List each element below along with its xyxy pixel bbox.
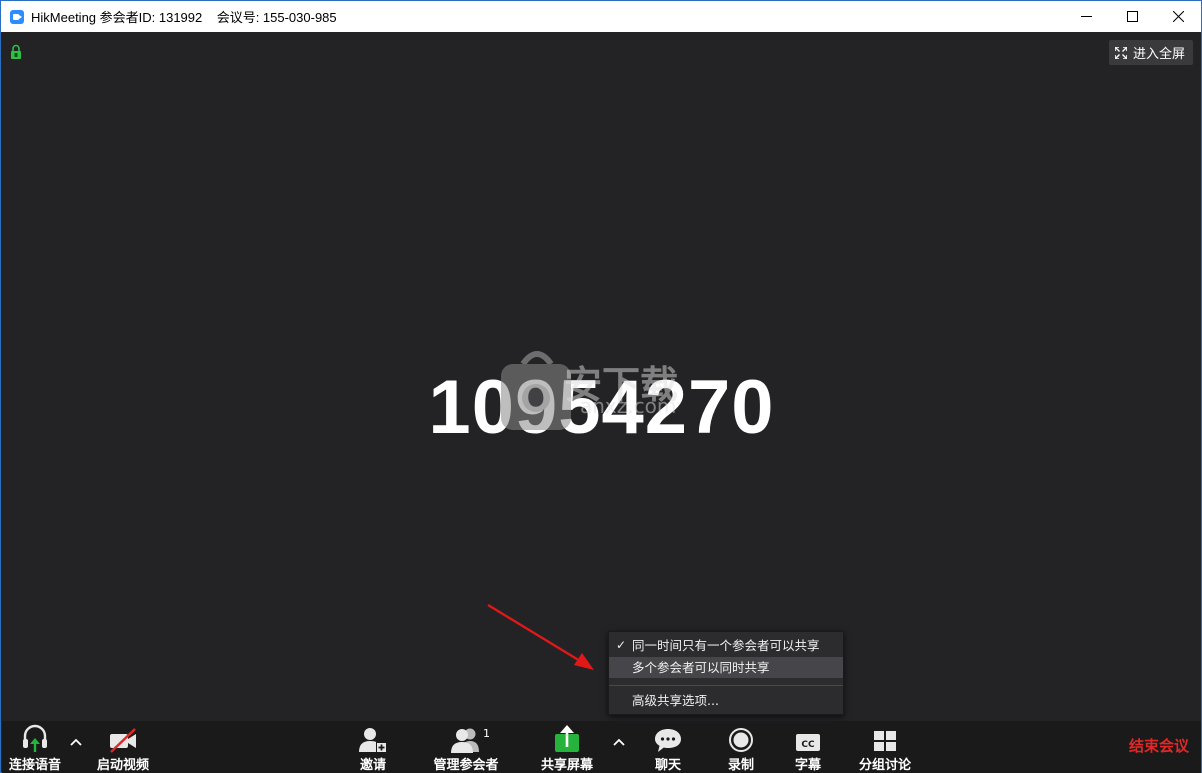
close-icon xyxy=(1172,11,1184,22)
record-label: 录制 xyxy=(727,758,754,773)
menu-divider xyxy=(609,685,843,686)
record-button[interactable]: 录制 xyxy=(724,721,758,773)
menu-item-single-share[interactable]: ✓ 同一时间只有一个参会者可以共享 xyxy=(609,635,843,656)
share-screen-label: 共享屏幕 xyxy=(540,758,593,773)
maximize-icon xyxy=(1126,11,1138,22)
enter-fullscreen-button[interactable]: 进入全屏 xyxy=(1108,40,1193,65)
manage-participants-label: 管理参会者 xyxy=(433,758,499,773)
share-screen-button[interactable]: 共享屏幕 xyxy=(536,721,598,773)
menu-item-label: 多个参会者可以同时共享 xyxy=(632,660,770,675)
audio-options-caret-icon[interactable] xyxy=(70,737,82,747)
minimize-icon xyxy=(1080,16,1092,17)
start-video-button[interactable]: 启动视频 xyxy=(92,721,154,773)
window-controls xyxy=(1063,1,1201,32)
menu-item-multi-share[interactable]: 多个参会者可以同时共享 xyxy=(609,657,843,678)
video-off-icon xyxy=(110,728,136,753)
encryption-lock-icon[interactable] xyxy=(10,44,22,60)
watermark-subtext: anxz.com xyxy=(580,394,677,418)
captions-label: 字幕 xyxy=(794,758,821,773)
app-logo-icon xyxy=(10,9,24,24)
close-button[interactable] xyxy=(1155,1,1201,32)
red-annotation-arrow xyxy=(487,603,594,670)
closed-caption-icon: CC xyxy=(796,734,820,751)
window-title: HikMeeting 参会者ID: 131992 会议号: 155-030-98… xyxy=(31,10,337,25)
meeting-stage: 进入全屏 10954270 安下载 anxz.com xyxy=(2,32,1201,721)
captions-button[interactable]: CC 字幕 xyxy=(791,721,825,773)
caption-icon-text: CC xyxy=(801,740,815,750)
menu-item-label: 高级共享选项... xyxy=(632,693,719,708)
manage-participants-button[interactable]: 管理参会者 xyxy=(428,721,504,773)
join-audio-label: 连接语音 xyxy=(8,758,61,773)
title-bar: HikMeeting 参会者ID: 131992 会议号: 155-030-98… xyxy=(1,1,1201,32)
meeting-toolbar: 连接语音 启动视频 邀请 管理参会者 1 共享屏幕 聊天 录制 CC 字幕 分组… xyxy=(2,721,1201,773)
join-audio-button[interactable]: 连接语音 xyxy=(6,721,64,773)
chat-button[interactable]: 聊天 xyxy=(651,721,685,773)
end-meeting-button[interactable]: 结束会议 xyxy=(1129,735,1189,756)
invite-label: 邀请 xyxy=(359,758,386,773)
participants-count-badge: 1 xyxy=(483,727,490,740)
menu-item-advanced-share[interactable]: 高级共享选项... xyxy=(609,690,843,711)
chat-label: 聊天 xyxy=(654,758,681,773)
fullscreen-label: 进入全屏 xyxy=(1132,47,1185,62)
meeting-window: HikMeeting 参会者ID: 131992 会议号: 155-030-98… xyxy=(0,0,1202,773)
breakout-rooms-button[interactable]: 分组讨论 xyxy=(854,721,916,773)
menu-item-label: 同一时间只有一个参会者可以共享 xyxy=(632,638,820,653)
checkmark-icon: ✓ xyxy=(616,638,627,652)
record-icon xyxy=(729,728,753,752)
participants-icon xyxy=(451,728,479,753)
invite-button[interactable]: 邀请 xyxy=(354,721,392,773)
breakout-rooms-label: 分组讨论 xyxy=(858,758,911,773)
share-options-caret-icon[interactable] xyxy=(613,737,625,747)
minimize-button[interactable] xyxy=(1063,1,1109,32)
fullscreen-icon xyxy=(1114,46,1127,59)
invite-user-icon xyxy=(359,728,387,753)
share-screen-icon xyxy=(555,725,579,752)
start-video-label: 启动视频 xyxy=(96,758,149,773)
headphones-icon xyxy=(23,724,47,752)
breakout-grid-icon xyxy=(874,731,896,751)
chat-bubble-icon xyxy=(655,729,681,752)
share-options-menu: ✓ 同一时间只有一个参会者可以共享 多个参会者可以同时共享 高级共享选项... xyxy=(608,631,844,715)
maximize-button[interactable] xyxy=(1109,1,1155,32)
